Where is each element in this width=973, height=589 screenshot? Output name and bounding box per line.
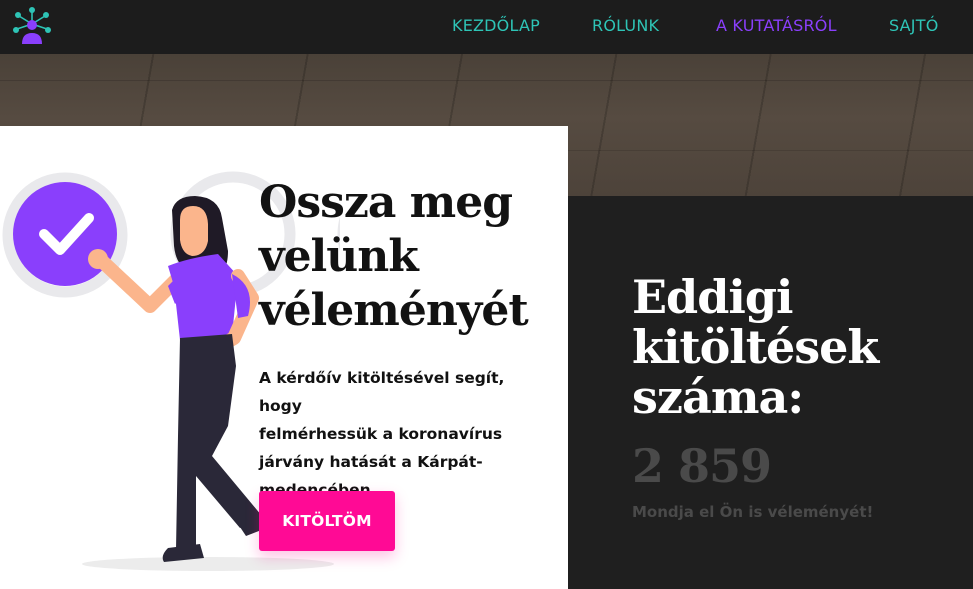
nav-item-home[interactable]: KEZDŐLAP <box>452 16 540 35</box>
counter-subtitle: Mondja el Ön is véleményét! <box>632 503 874 521</box>
fill-survey-button[interactable]: KITÖLTÖM <box>259 491 395 551</box>
nav-item-press[interactable]: SAJTÓ <box>889 16 938 35</box>
counter-title-line: száma: <box>632 370 804 424</box>
logo-icon[interactable] <box>10 4 54 48</box>
headline-line: Ossza meg <box>259 177 513 228</box>
submission-count: 2 859 <box>632 439 772 493</box>
headline-line: véleményét <box>259 285 529 336</box>
nav-item-research[interactable]: A KUTATÁSRÓL <box>716 16 837 35</box>
counter-title: Eddigi kitöltések száma: <box>632 272 962 422</box>
description-line: felmérhessük a koronavírus <box>259 425 503 443</box>
top-navbar: KEZDŐLAP RÓLUNK A KUTATÁSRÓL SAJTÓ <box>0 0 973 54</box>
headline-line: velünk <box>259 231 419 282</box>
hero-description: A kérdőív kitöltésével segít, hogy felmé… <box>259 364 549 504</box>
nav-item-about[interactable]: RÓLUNK <box>592 16 659 35</box>
counter-title-line: kitöltések <box>632 320 879 374</box>
description-line: járvány hatását a Kárpát- <box>259 453 483 471</box>
description-line: A kérdőív kitöltésével segít, hogy <box>259 369 505 415</box>
counter-title-line: Eddigi <box>632 270 794 324</box>
hero-headline: Ossza meg velünk véleményét <box>259 176 559 338</box>
